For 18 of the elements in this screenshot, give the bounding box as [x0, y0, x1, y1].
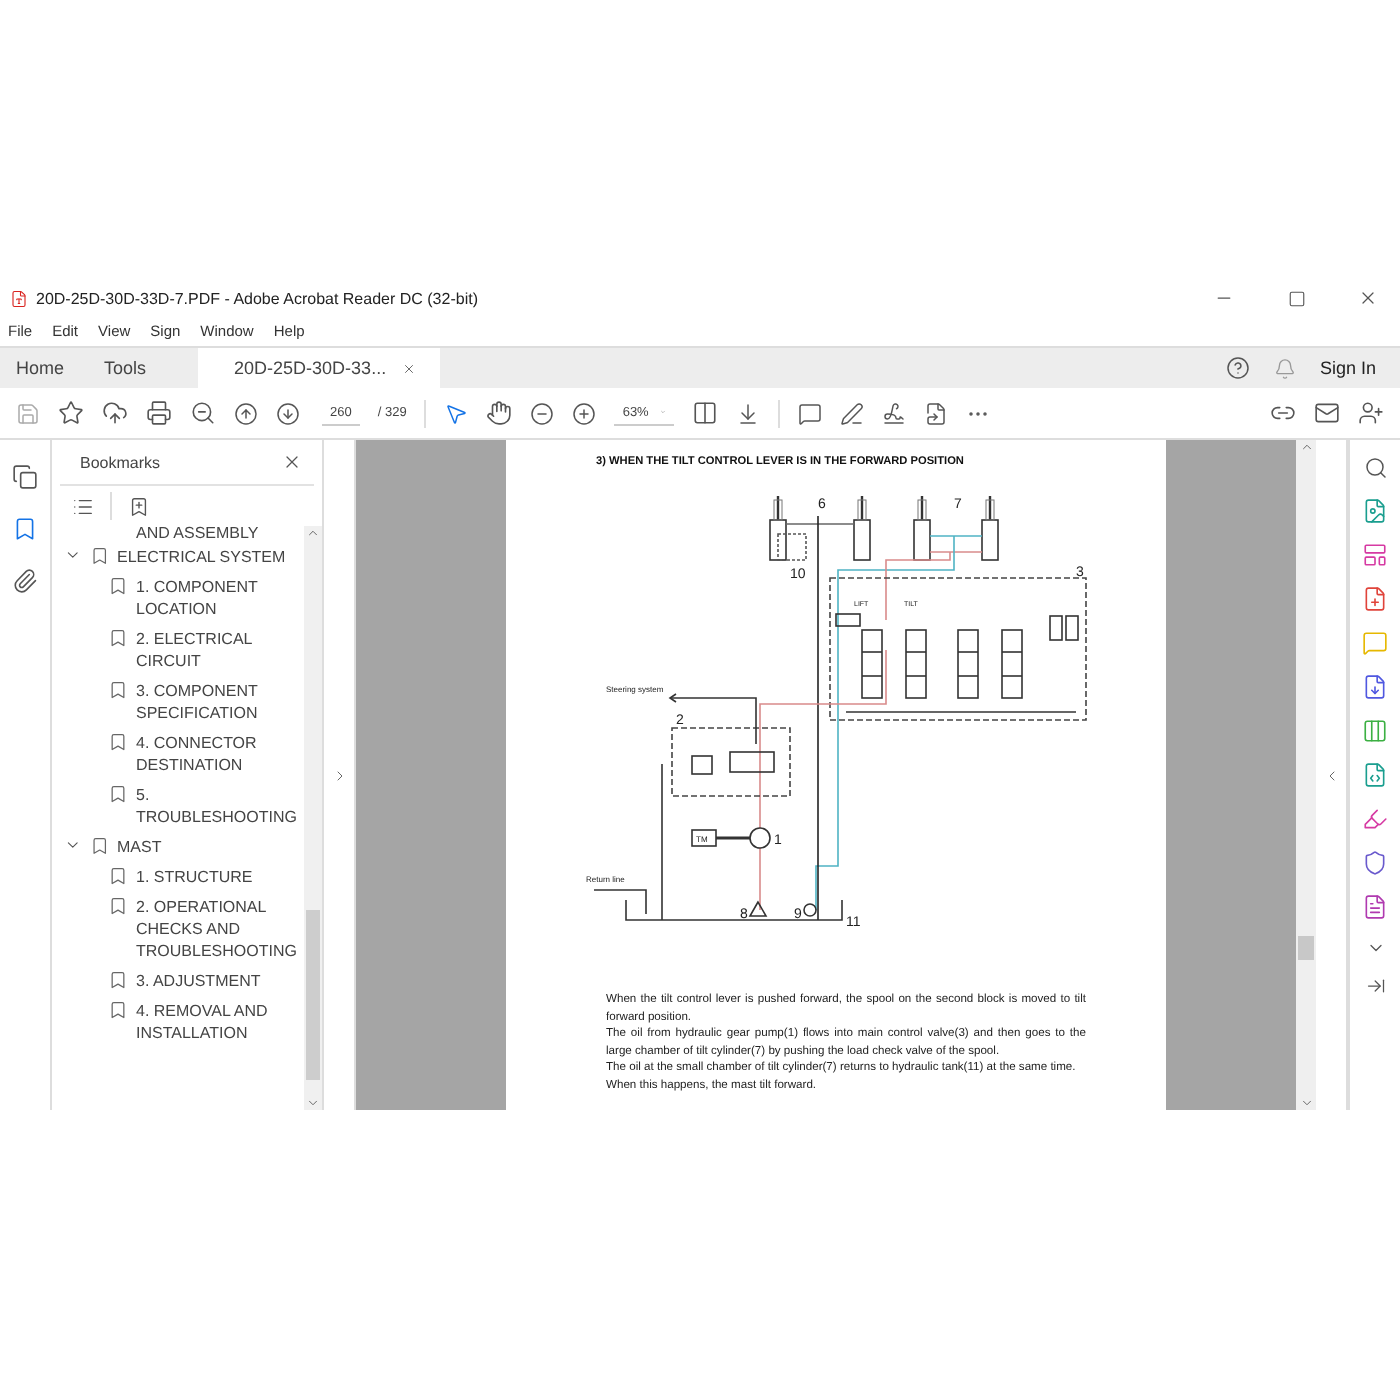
- bookmark-item[interactable]: AND ASSEMBLY: [52, 526, 304, 542]
- tab[interactable]: 20D-25D-30D-33...: [198, 348, 441, 388]
- panel-title: Bookmarks: [80, 453, 161, 471]
- tab[interactable]: Home: [0, 348, 89, 388]
- bookmark-item[interactable]: 3. COMPONENT SPECIFICATION: [136, 680, 300, 724]
- window-title: 20D-25D-30D-33D-7.PDF - Adobe Acrobat Reader DC (32-bit): [36, 289, 480, 307]
- sign-in-button[interactable]: Sign In: [1319, 358, 1376, 378]
- tab[interactable]: Tools: [88, 348, 171, 388]
- bookmark-item[interactable]: 5. TROUBLESHOOTING: [136, 784, 300, 828]
- bookmark-item[interactable]: 2. ELECTRICAL CIRCUIT: [136, 628, 300, 672]
- bookmark-item[interactable]: ELECTRICAL SYSTEM: [117, 546, 304, 568]
- bookmark-item[interactable]: 2. OPERATIONAL CHECKS AND TROUBLESHOOTING: [136, 896, 300, 962]
- bookmark-item[interactable]: 1. COMPONENT LOCATION: [136, 576, 300, 620]
- bookmark-item[interactable]: 4. CONNECTOR DESTINATION: [136, 732, 300, 776]
- bookmark-item[interactable]: MAST: [117, 836, 304, 858]
- bookmark-item[interactable]: 3. ADJUSTMENT: [136, 970, 300, 992]
- bookmark-item[interactable]: 1. STRUCTURE: [136, 866, 300, 888]
- bookmark-item[interactable]: 4. REMOVAL AND INSTALLATION: [136, 1000, 300, 1044]
